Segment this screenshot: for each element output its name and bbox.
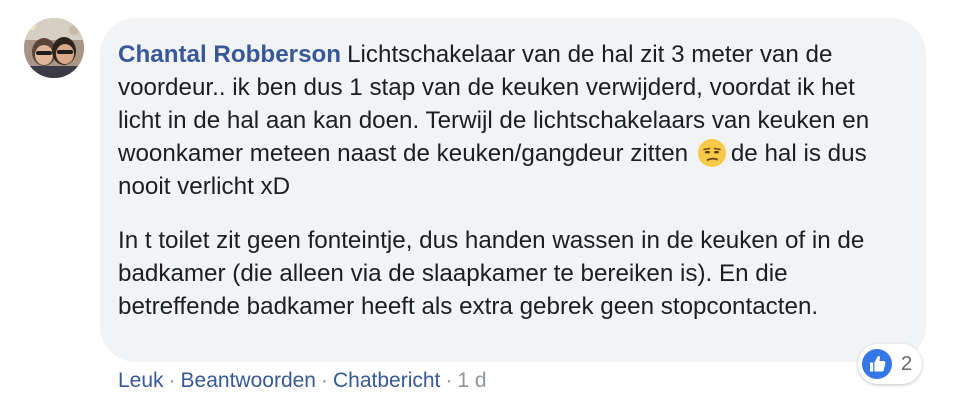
separator: · <box>445 369 453 392</box>
like-link[interactable]: Leuk <box>118 369 164 392</box>
separator: · <box>320 369 328 392</box>
unamused-face-icon <box>697 139 726 167</box>
comment-author-link[interactable]: Chantal Robberson <box>118 41 341 68</box>
reaction-count: 2 <box>901 352 913 375</box>
avatar-photo <box>24 18 84 78</box>
reply-link[interactable]: Beantwoorden <box>181 369 316 392</box>
avatar[interactable] <box>24 18 84 78</box>
like-icon <box>862 349 892 379</box>
comment-bubble: Chantal Robberson Lichtschakelaar van de … <box>100 18 926 362</box>
comment-paragraph-1: Chantal Robberson Lichtschakelaar van de … <box>118 38 890 203</box>
message-link[interactable]: Chatbericht <box>333 369 440 392</box>
comment-actions: Leuk · Beantwoorden · Chatbericht · 1 d <box>118 368 487 394</box>
timestamp[interactable]: 1 d <box>457 369 486 392</box>
comment-paragraph-2: In t toilet zit geen fonteintje, dus han… <box>118 227 865 320</box>
reaction-summary[interactable]: 2 <box>858 344 923 384</box>
separator: · <box>168 369 176 392</box>
